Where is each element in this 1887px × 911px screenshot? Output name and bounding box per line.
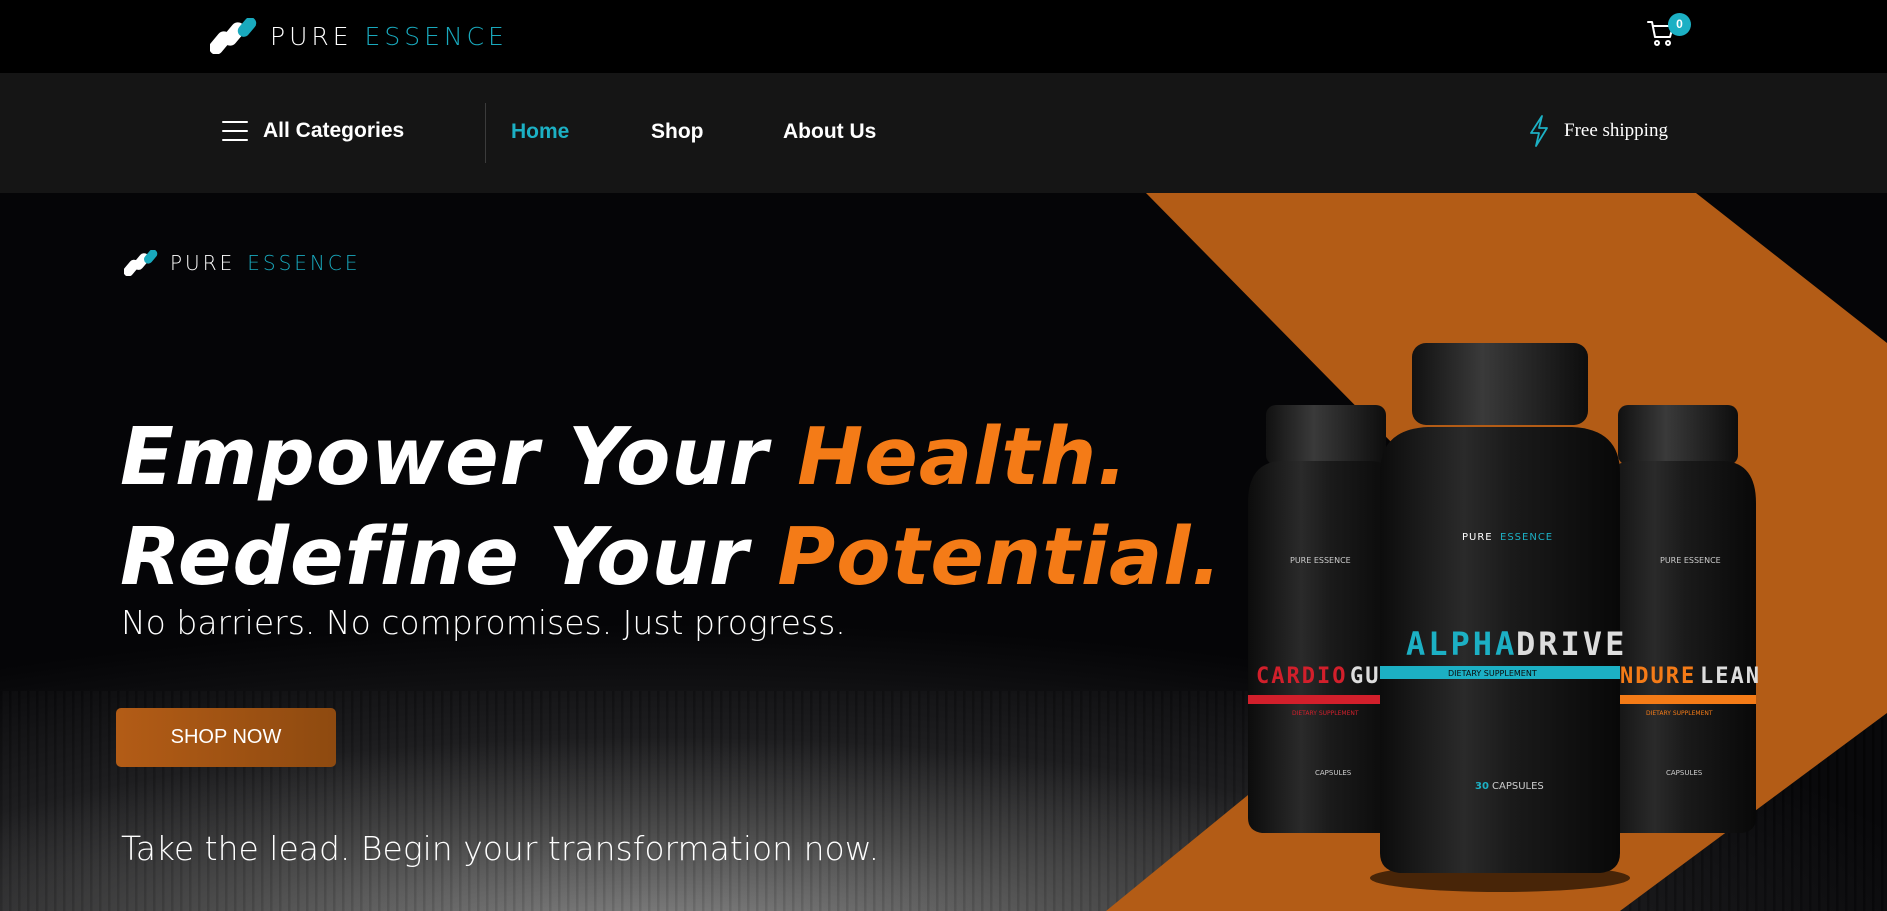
headline-line-2-plain: Redefine Your [120, 511, 778, 603]
endure-brand: PURE ESSENCE [1660, 556, 1721, 565]
main-nav: All Categories Home Shop About Us Free s… [0, 73, 1887, 193]
product-bottle-alpha-drive: PURE ESSENCE ALPHA DRIVE DIETARY SUPPLEM… [1370, 343, 1630, 892]
nav-link-about-us[interactable]: About Us [783, 120, 876, 144]
site-logo[interactable]: PURE ESSENCE [210, 18, 508, 54]
product-bottles-image: PURE ESSENCE CARDIO GUA DIETARY SUPPLEME… [1248, 343, 1761, 892]
free-shipping-notice: Free shipping [1528, 115, 1668, 147]
cart-count-badge: 0 [1668, 13, 1691, 36]
headline-line-1: Empower Your Health. [120, 407, 1222, 507]
top-bar: PURE ESSENCE 0 [0, 0, 1887, 73]
cardio-capsules: CAPSULES [1315, 769, 1352, 777]
endure-name-a: NDURE [1620, 664, 1696, 689]
alpha-capsules: CAPSULES [1492, 781, 1544, 792]
free-shipping-label: Free shipping [1564, 120, 1668, 141]
logo-text-primary: PURE [270, 21, 353, 51]
lightning-icon [1530, 115, 1548, 147]
product-bottle-endure-lean: PURE ESSENCE NDURE LEAN DIETARY SUPPLEME… [1600, 405, 1761, 833]
endure-capsules: CAPSULES [1666, 769, 1703, 777]
product-bottle-cardio: PURE ESSENCE CARDIO GUA DIETARY SUPPLEME… [1248, 405, 1400, 833]
nav-link-home[interactable]: Home [511, 120, 569, 144]
headline-line-2-accent: Potential. [777, 511, 1223, 603]
headline-line-1-accent: Health. [797, 411, 1129, 503]
hamburger-menu-icon [222, 121, 248, 141]
all-categories-label: All Categories [263, 119, 405, 142]
cardio-label: DIETARY SUPPLEMENT [1292, 710, 1359, 717]
hero-logo-text-primary: PURE [170, 251, 236, 275]
endure-label: DIETARY SUPPLEMENT [1646, 710, 1713, 717]
alpha-brand-a: PURE [1462, 532, 1493, 543]
hero-subline: No barriers. No compromises. Just progre… [121, 603, 846, 642]
all-categories-button[interactable]: All Categories [222, 119, 404, 143]
logo-mark-icon [124, 250, 158, 276]
hero-logo[interactable]: PURE ESSENCE [124, 249, 360, 277]
cardio-brand: PURE ESSENCE [1290, 556, 1351, 565]
hero-headline: Empower Your Health. Redefine Your Poten… [120, 407, 1222, 607]
nav-link-shop[interactable]: Shop [651, 120, 704, 144]
headline-line-2: Redefine Your Potential. [120, 507, 1222, 607]
hero-tagline: Take the lead. Begin your transformation… [121, 829, 880, 868]
hero-logo-text-secondary: ESSENCE [247, 251, 361, 275]
alpha-brand-b: ESSENCE [1500, 532, 1553, 543]
alpha-name-a: ALPHA [1406, 625, 1517, 663]
endure-name-b: LEAN [1700, 664, 1761, 689]
nav-divider [485, 103, 486, 163]
headline-line-1-plain: Empower Your [120, 411, 798, 503]
hero-banner: PURE ESSENCE Empower Your Health. Redefi… [0, 193, 1887, 911]
shop-now-button[interactable]: SHOP NOW [116, 708, 336, 767]
alpha-capsule-count: 30 [1475, 781, 1489, 792]
logo-text-secondary: ESSENCE [364, 21, 508, 51]
logo-mark-icon [210, 18, 257, 54]
cardio-name-a: CARDIO [1256, 664, 1347, 689]
alpha-label: DIETARY SUPPLEMENT [1448, 669, 1537, 678]
alpha-name-b: DRIVE [1516, 625, 1627, 663]
